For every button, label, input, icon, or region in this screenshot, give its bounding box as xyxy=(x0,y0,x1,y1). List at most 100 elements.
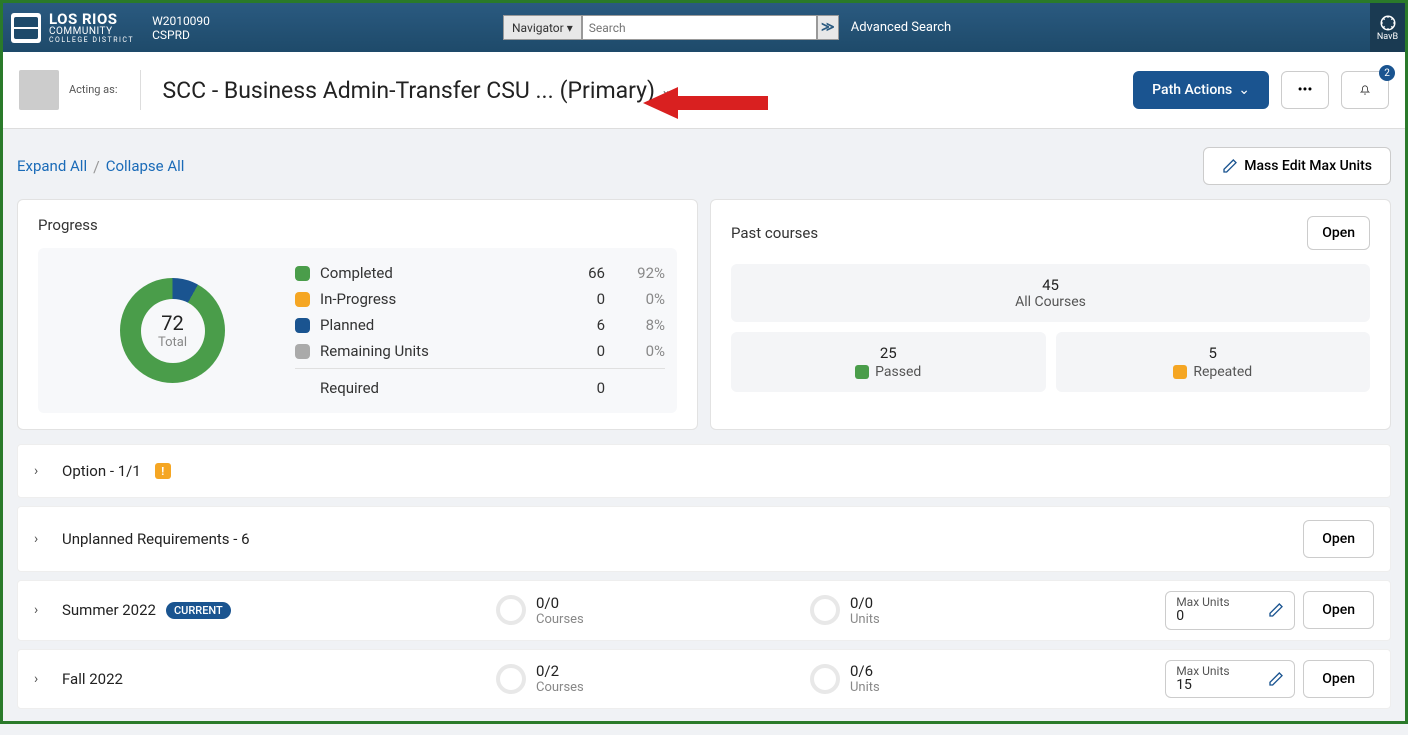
section-option[interactable]: › Option - 1/1 ! xyxy=(17,444,1391,498)
expand-all-link[interactable]: Expand All xyxy=(17,157,87,175)
swatch-icon xyxy=(295,344,310,359)
past-open-button[interactable]: Open xyxy=(1307,216,1370,250)
tile-count: 45 xyxy=(743,276,1358,294)
search-go-button[interactable]: ≫ xyxy=(817,15,839,40)
bell-icon xyxy=(1360,81,1370,99)
progress-donut: 72 Total xyxy=(50,260,295,401)
tile-all-courses[interactable]: 45 All Courses xyxy=(731,264,1370,322)
legend-row-inprogress: In-Progress 0 0% xyxy=(295,286,665,312)
term-open-button[interactable]: Open xyxy=(1303,660,1374,698)
term-row-fall-2022: › Fall 2022 0/2 Courses 0/6 Units Max Un… xyxy=(17,649,1391,710)
section-title: Unplanned Requirements - 6 xyxy=(62,530,250,548)
units-fraction: 0/6 xyxy=(850,662,880,680)
avatar xyxy=(19,70,59,110)
term-name: Summer 2022 xyxy=(62,601,156,619)
section-unplanned[interactable]: › Unplanned Requirements - 6 Open xyxy=(17,506,1391,572)
open-label: Open xyxy=(1322,225,1355,241)
legend-label: Required xyxy=(320,379,555,397)
max-units-label: Max Units xyxy=(1176,596,1229,609)
progress-title: Progress xyxy=(38,216,677,234)
navigator-button[interactable]: Navigator ▾ xyxy=(503,15,582,40)
collapse-all-link[interactable]: Collapse All xyxy=(106,157,185,175)
navigator-label: Navigator xyxy=(512,21,564,35)
legend-count: 0 xyxy=(555,342,605,360)
courses-fraction: 0/0 xyxy=(536,594,584,612)
tile-count: 5 xyxy=(1068,344,1359,362)
legend-count: 66 xyxy=(555,264,605,282)
navb-tool[interactable]: NavB xyxy=(1370,3,1405,52)
legend-row-completed: Completed 66 92% xyxy=(295,260,665,286)
units-label: Units xyxy=(850,680,880,695)
chevron-down-icon: ⌄ xyxy=(1238,82,1250,98)
courses-progress: 0/2 Courses xyxy=(496,662,796,695)
pencil-icon xyxy=(1222,158,1238,174)
unplanned-open-button[interactable]: Open xyxy=(1303,520,1374,558)
courses-label: Courses xyxy=(536,680,584,695)
term-open-button[interactable]: Open xyxy=(1303,591,1374,629)
top-bar: LOS RIOS COMMUNITY COLLEGE DISTRICT W201… xyxy=(3,3,1405,52)
path-title-dropdown[interactable]: SCC - Business Admin-Transfer CSU ... (P… xyxy=(163,77,672,104)
env-name: CSPRD xyxy=(152,28,210,42)
swatch-icon xyxy=(1173,365,1187,379)
max-units-value: 15 xyxy=(1176,678,1229,693)
brand-sub2: COLLEGE DISTRICT xyxy=(49,37,134,44)
mass-edit-button[interactable]: Mass Edit Max Units xyxy=(1203,147,1391,185)
legend-count: 6 xyxy=(555,316,605,334)
units-fraction: 0/0 xyxy=(850,594,880,612)
past-courses-title: Past courses xyxy=(731,224,818,242)
courses-label: Courses xyxy=(536,612,584,627)
annotation-arrow-icon xyxy=(643,83,768,127)
progress-ring-icon xyxy=(496,664,526,694)
tile-repeated[interactable]: 5 Repeated xyxy=(1056,332,1371,392)
max-units-input[interactable]: Max Units 0 xyxy=(1165,591,1295,630)
tile-passed[interactable]: 25 Passed xyxy=(731,332,1046,392)
legend-count: 0 xyxy=(555,379,605,397)
max-units-input[interactable]: Max Units 15 xyxy=(1165,660,1295,699)
past-courses-card: Past courses Open 45 All Courses 25 Pass… xyxy=(710,199,1391,430)
swatch-icon xyxy=(295,266,310,281)
legend-pct: 0% xyxy=(605,290,665,308)
path-actions-label: Path Actions xyxy=(1152,82,1232,98)
brand-sub: COMMUNITY xyxy=(49,27,134,37)
open-label: Open xyxy=(1322,602,1355,618)
chevron-right-icon: › xyxy=(34,463,48,479)
progress-ring-icon xyxy=(810,664,840,694)
advanced-search-link[interactable]: Advanced Search xyxy=(851,20,951,35)
open-label: Open xyxy=(1322,531,1355,547)
more-actions-button[interactable]: ••• xyxy=(1281,71,1329,109)
legend-label: In-Progress xyxy=(320,290,555,308)
toolbar: Expand All / Collapse All Mass Edit Max … xyxy=(17,147,1391,185)
max-units-label: Max Units xyxy=(1176,665,1229,678)
legend-label: Completed xyxy=(320,264,555,282)
donut-label: Total xyxy=(158,335,187,350)
legend-pct: 8% xyxy=(605,316,665,334)
legend-row-required: Required 0 xyxy=(295,368,665,401)
main-content: Expand All / Collapse All Mass Edit Max … xyxy=(3,129,1405,735)
env-info: W2010090 CSPRD xyxy=(152,14,210,42)
courses-fraction: 0/2 xyxy=(536,662,584,680)
env-id: W2010090 xyxy=(152,14,210,28)
warning-badge-icon: ! xyxy=(155,463,171,479)
legend-pct: 92% xyxy=(605,264,665,282)
compass-icon xyxy=(1379,14,1397,32)
progress-card: Progress 72 Total Completed 66 92% xyxy=(17,199,698,430)
courses-progress: 0/0 Courses xyxy=(496,594,796,627)
more-horizontal-icon: ••• xyxy=(1298,82,1313,98)
pencil-icon xyxy=(1268,671,1284,687)
divider xyxy=(140,70,141,110)
chevron-right-icon[interactable]: › xyxy=(34,671,48,687)
chevron-right-icon: ≫ xyxy=(821,20,835,35)
progress-legend: Completed 66 92% In-Progress 0 0% Planne… xyxy=(295,260,665,401)
brand-main: LOS RIOS xyxy=(49,12,134,27)
legend-label: Remaining Units xyxy=(320,342,555,360)
swatch-icon xyxy=(295,292,310,307)
search-input[interactable] xyxy=(582,15,817,40)
brand: LOS RIOS COMMUNITY COLLEGE DISTRICT xyxy=(11,12,134,44)
path-actions-button[interactable]: Path Actions ⌄ xyxy=(1133,71,1269,109)
legend-row-planned: Planned 6 8% xyxy=(295,312,665,338)
progress-ring-icon xyxy=(496,595,526,625)
legend-row-remaining: Remaining Units 0 0% xyxy=(295,338,665,364)
nav-search: Navigator ▾ ≫ Advanced Search xyxy=(503,15,951,40)
tile-count: 25 xyxy=(743,344,1034,362)
chevron-right-icon[interactable]: › xyxy=(34,602,48,618)
